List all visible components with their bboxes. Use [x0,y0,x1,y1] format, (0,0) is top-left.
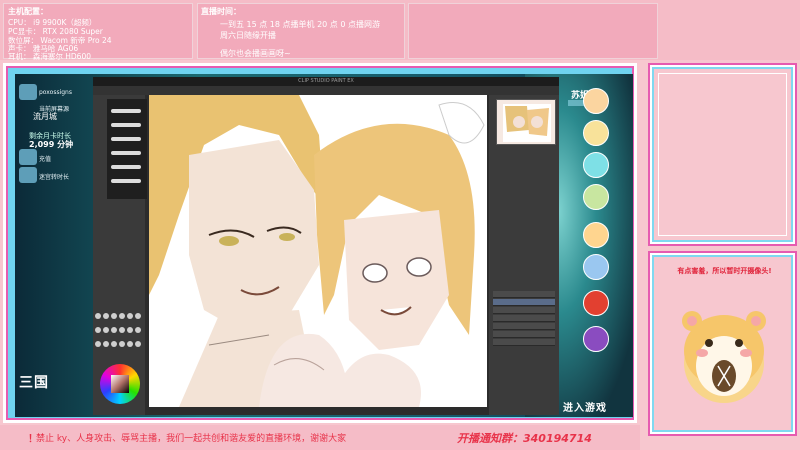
size-swatch[interactable] [103,313,109,319]
desktop-icon-label: poxossigns [39,89,72,96]
transfer-label: 迷宫转时长 [39,174,70,181]
fan-group-notice: 开播通知群：340194714 [457,432,592,445]
brush-preset[interactable] [111,123,141,127]
screen-capture-frame: poxossigns 当前屏幕源 流月城 剩余月卡时长 2,099 分钟 充值 … [3,63,637,423]
blank-info-panel [408,3,658,59]
setup-panel: 主机配置： CPU： i9 9900K（超频） PC显卡： RTX 2080 S… [3,3,193,61]
shy-message: 有点害羞，所以暂时开摄像头! [677,267,772,275]
size-swatch[interactable] [103,341,109,347]
avatar[interactable] [583,88,609,114]
enter-game-button[interactable]: 进入游戏 [563,399,607,414]
bottom-ticker: ！ 禁止 ky、人身攻击、辱骂主播，我们一起共创和谐友爱的直播环境，谢谢大家 开… [0,425,640,450]
size-swatch[interactable] [95,341,101,347]
schedule-line: 一到五 15 点 18 点播单机 20 点 0 点播网游 [220,20,380,29]
layer-row[interactable] [493,339,555,346]
setup-title: 主机配置： [8,7,48,16]
desktop-app-icon[interactable] [19,84,37,100]
schedule-line: 偶尔也会播画画呀~ [220,49,291,58]
desktop-server-name: 流月城 [33,112,57,121]
avatar[interactable] [583,184,609,210]
top-info-bar: 主机配置： CPU： i9 9900K（超频） PC显卡： RTX 2080 S… [0,0,800,61]
size-swatch[interactable] [111,341,117,347]
webcam-area [658,73,787,236]
recharge-label: 充值 [39,156,52,163]
webcam-frame [648,63,797,246]
layer-row[interactable] [493,323,555,330]
avatar[interactable] [583,120,609,146]
layer-row[interactable] [493,307,555,314]
transfer-icon[interactable] [19,167,37,183]
size-swatch[interactable] [127,327,133,333]
clip-studio-window[interactable]: CLIP STUDIO PAINT EX [93,77,559,415]
size-swatch[interactable] [135,313,141,319]
size-swatch[interactable] [103,327,109,333]
size-swatch[interactable] [127,313,133,319]
artwork-illustration [149,95,485,407]
brush-preset[interactable] [111,179,141,183]
brush-palette[interactable] [107,99,147,199]
message-frame: 有点害羞，所以暂时开摄像头! [648,251,797,436]
brush-preset[interactable] [111,151,141,155]
size-swatch[interactable] [95,327,101,333]
hamster-mascot-icon [682,311,766,403]
recharge-icon[interactable] [19,149,37,165]
avatar[interactable] [583,152,609,178]
size-swatch[interactable] [135,327,141,333]
brush-size-palette[interactable] [95,313,143,353]
color-picker-square[interactable] [111,375,129,393]
size-swatch[interactable] [127,341,133,347]
ticker-rules: 禁止 ky、人身攻击、辱骂主播，我们一起共创和谐友爱的直播环境，谢谢大家 [36,434,347,444]
menu-bar[interactable] [93,86,559,95]
brush-preset[interactable] [111,165,141,169]
avatar[interactable] [583,222,609,248]
avatar[interactable] [583,326,609,352]
navigator-thumbnail[interactable] [496,99,556,145]
schedule-line: 周六日随缘开播 [220,31,276,40]
avatar[interactable] [583,254,609,280]
avatar[interactable] [583,290,609,316]
schedule-title: 直播时间： [201,7,241,16]
setup-line: 耳机： 森海塞尔 HD600 [8,52,91,61]
size-swatch[interactable] [119,313,125,319]
desktop-screen: poxossigns 当前屏幕源 流月城 剩余月卡时长 2,099 分钟 充值 … [15,74,633,417]
layer-row[interactable] [493,331,555,338]
desktop-minutes: 2,099 分钟 [29,140,74,149]
drawing-canvas[interactable] [149,95,487,407]
layer-row[interactable] [493,315,555,322]
size-swatch[interactable] [119,327,125,333]
layer-row[interactable] [493,291,555,298]
brush-preset[interactable] [111,109,141,113]
window-title: CLIP STUDIO PAINT EX [93,77,559,86]
desktop-bottom-label: 三国 [19,375,49,391]
size-swatch[interactable] [119,341,125,347]
layer-row-selected[interactable] [493,299,555,306]
size-swatch[interactable] [111,313,117,319]
size-swatch[interactable] [135,341,141,347]
schedule-panel: 直播时间： 一到五 15 点 18 点播单机 20 点 0 点播网游 周六日随缘… [197,3,405,59]
size-swatch[interactable] [95,313,101,319]
size-swatch[interactable] [111,327,117,333]
brush-preset[interactable] [111,137,141,141]
navigator-preview [503,104,551,142]
